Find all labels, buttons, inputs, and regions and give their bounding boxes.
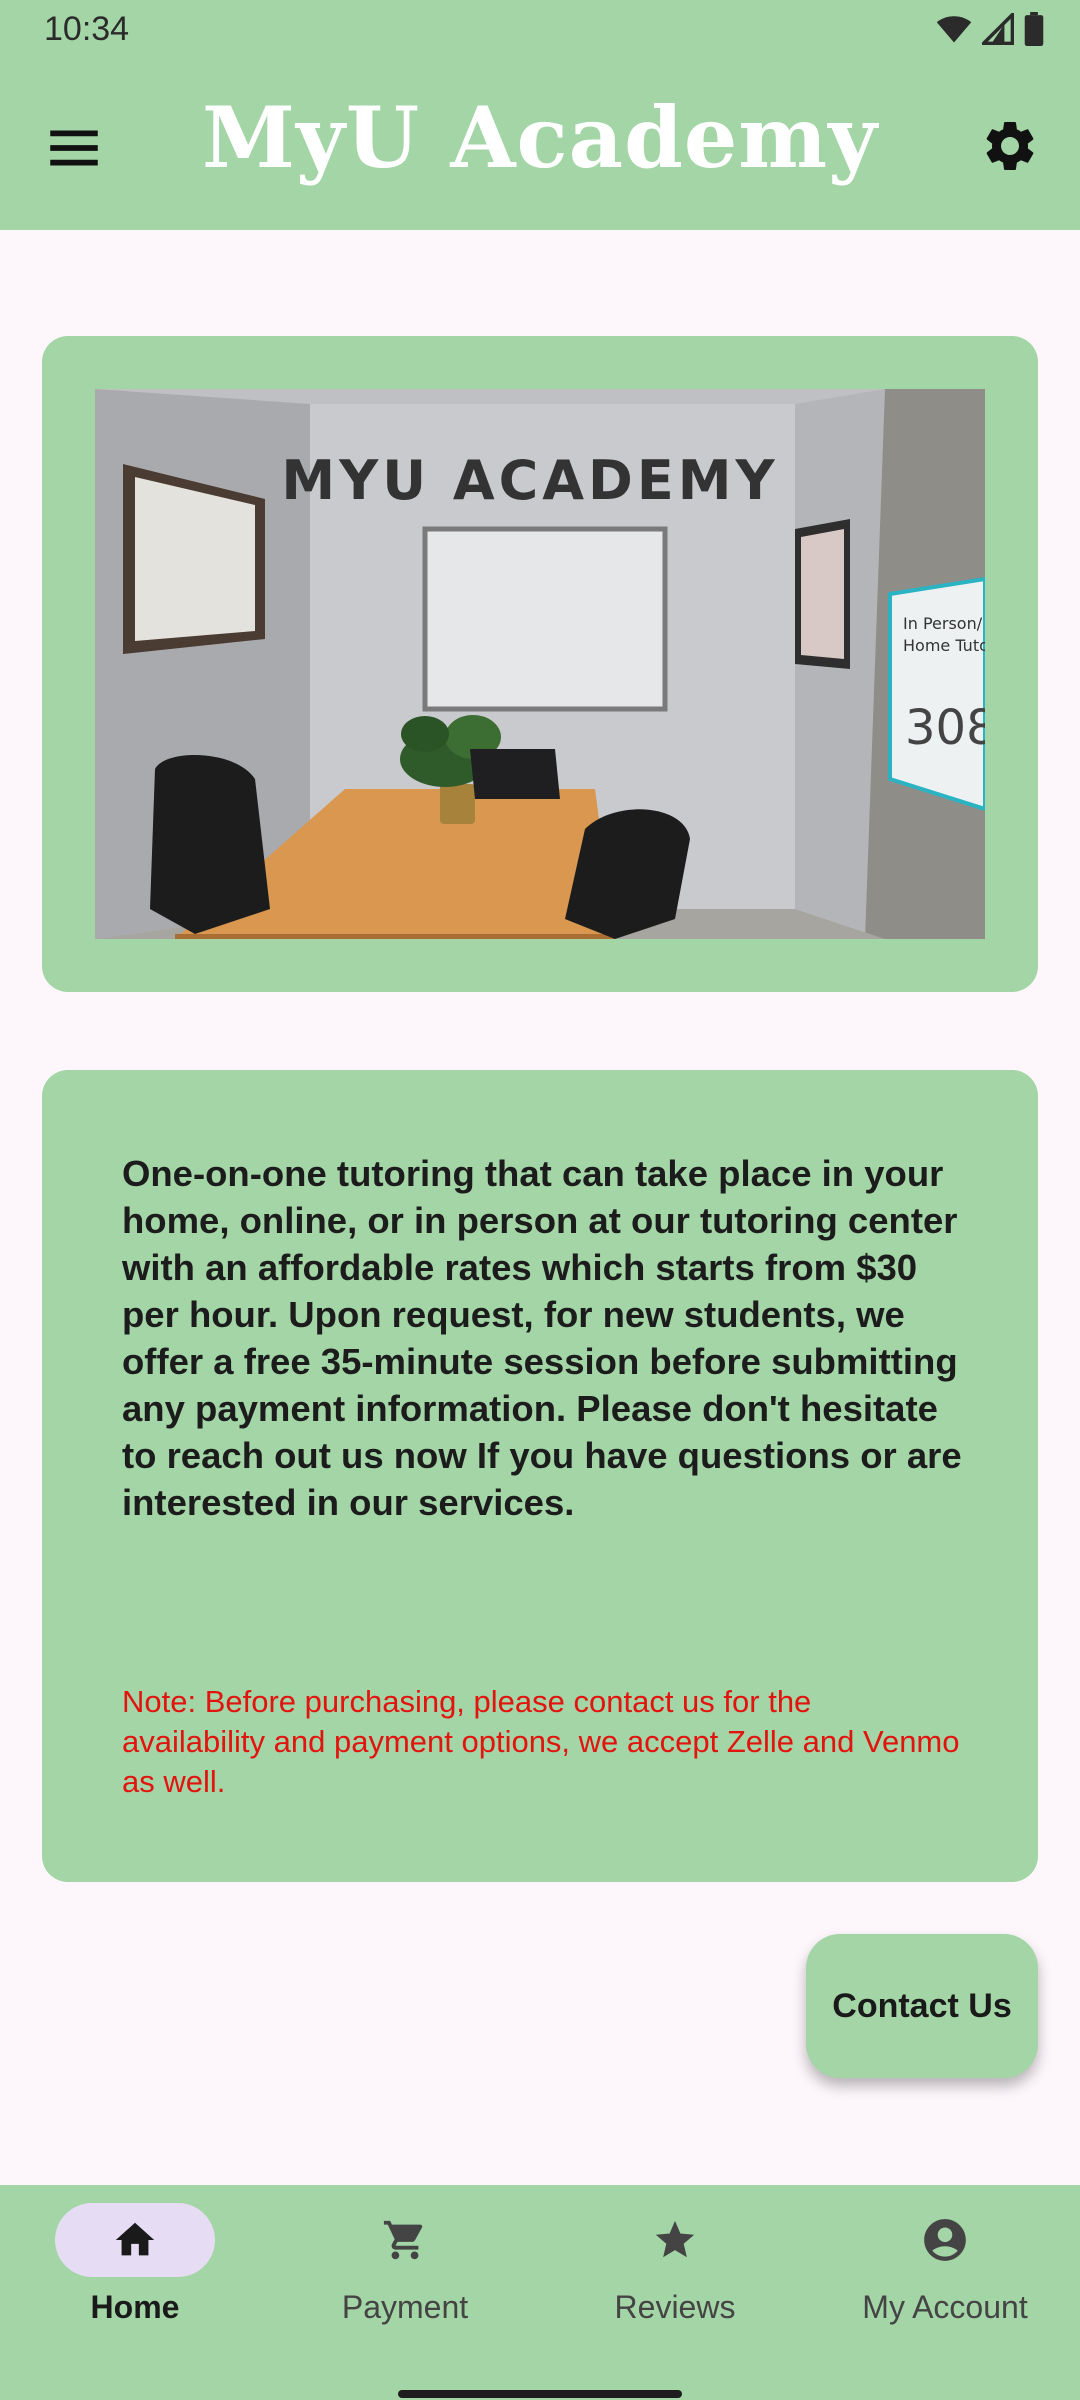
star-icon xyxy=(655,2220,695,2258)
status-time: 10:34 xyxy=(44,10,130,48)
wifi-icon xyxy=(936,16,972,43)
gear-icon xyxy=(986,122,1034,170)
sign-line-2: Home Tutoring xyxy=(903,636,985,655)
status-icons xyxy=(936,12,1044,46)
contact-us-button[interactable]: Contact Us xyxy=(806,1934,1038,2078)
image-card: MYU ACADEMY In Person/ Home Tutoring 308 xyxy=(42,336,1038,992)
battery-icon xyxy=(1024,12,1044,46)
sign-room-number: 308 xyxy=(905,700,985,756)
nav-item-my-account[interactable]: My Account xyxy=(810,2193,1080,2333)
settings-button[interactable] xyxy=(980,116,1040,176)
payment-note: Note: Before purchasing, please contact … xyxy=(122,1684,960,1799)
nav-item-reviews[interactable]: Reviews xyxy=(540,2193,810,2333)
cart-icon xyxy=(383,2220,423,2260)
app-bar: MyU Academy xyxy=(0,60,1080,230)
classroom-photo: MYU ACADEMY In Person/ Home Tutoring 308 xyxy=(95,389,985,939)
nav-item-home[interactable]: Home xyxy=(0,2193,270,2333)
sign-line-1: In Person/ xyxy=(903,614,983,633)
home-icon xyxy=(115,2222,155,2256)
signal-icon xyxy=(982,13,1014,45)
nav-label-home: Home xyxy=(90,2289,180,2325)
info-card: One-on-one tutoring that can take place … xyxy=(42,1070,1038,1882)
app-title: MyU Academy xyxy=(202,88,878,187)
nav-label-payment: Payment xyxy=(341,2289,469,2325)
account-icon xyxy=(924,2219,966,2261)
nav-item-payment[interactable]: Payment xyxy=(270,2193,540,2333)
gesture-bar[interactable] xyxy=(398,2390,682,2398)
service-description: One-on-one tutoring that can take place … xyxy=(122,1153,962,1523)
bottom-navigation: Home Payment Reviews My Account xyxy=(0,2185,1080,2400)
status-bar: 10:34 xyxy=(0,0,1080,60)
nav-label-my-account: My Account xyxy=(862,2289,1028,2325)
nav-label-reviews: Reviews xyxy=(614,2289,736,2325)
nav-active-indicator xyxy=(55,2203,215,2277)
wall-lettering: MYU ACADEMY xyxy=(281,449,778,512)
